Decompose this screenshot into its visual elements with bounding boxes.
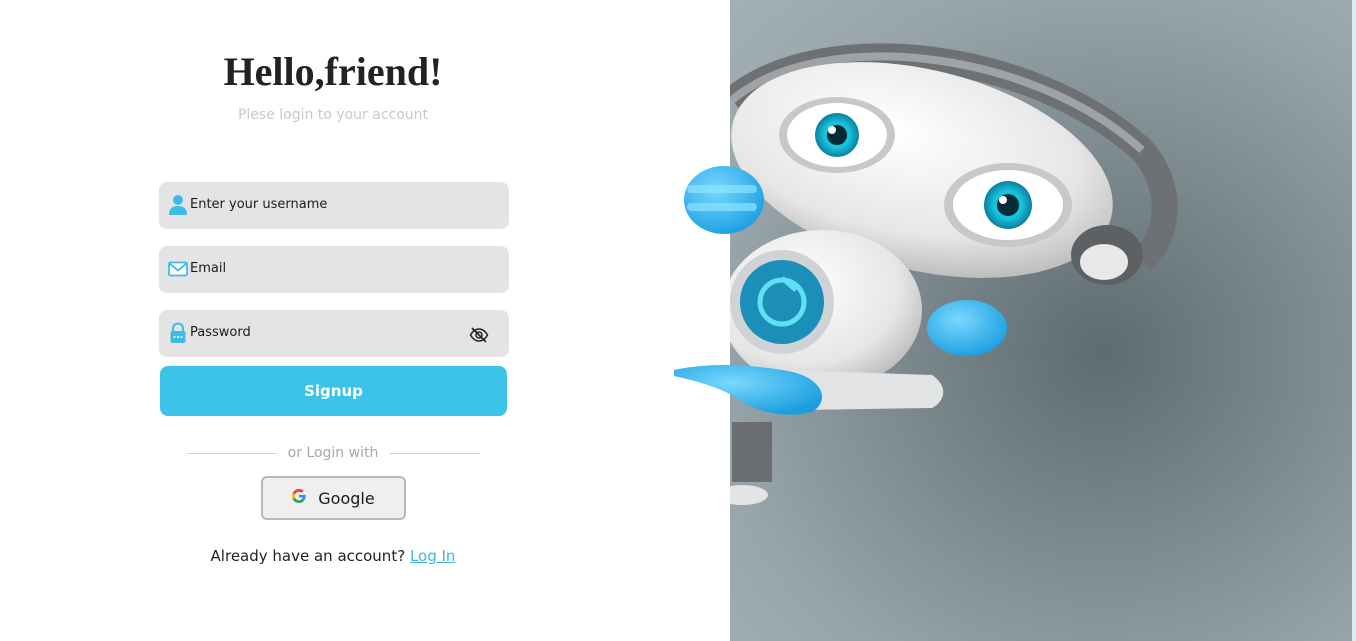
window-edge (1352, 0, 1356, 641)
robot-illustration (674, 43, 1178, 505)
divider-right (390, 453, 480, 454)
lock-icon (168, 322, 188, 344)
google-button-label: Google (318, 488, 375, 508)
login-prompt-text: Already have an account? (210, 547, 406, 565)
password-placeholder: Password (190, 325, 251, 340)
password-field[interactable]: Password (159, 310, 509, 357)
eye-slash-icon[interactable] (469, 327, 489, 343)
login-panel: Hello,friend! Plese login to your accoun… (0, 0, 730, 641)
page-title: Hello,friend! (223, 49, 443, 94)
email-field[interactable]: Email (159, 246, 509, 293)
email-placeholder: Email (190, 261, 227, 276)
mail-icon (168, 261, 188, 283)
google-login-button[interactable]: Google (261, 476, 406, 520)
user-icon (168, 194, 188, 216)
google-icon (292, 488, 306, 508)
signup-button[interactable]: Signup (160, 366, 507, 416)
divider-text: or Login with (287, 445, 379, 461)
divider-left (187, 453, 277, 454)
page-subtitle: Plese login to your account (237, 107, 429, 123)
login-link[interactable]: Log In (410, 547, 456, 565)
login-prompt: Already have an account? Log In (0, 547, 666, 565)
username-placeholder: Enter your username (190, 197, 328, 212)
username-field[interactable]: Enter your username (159, 182, 509, 229)
